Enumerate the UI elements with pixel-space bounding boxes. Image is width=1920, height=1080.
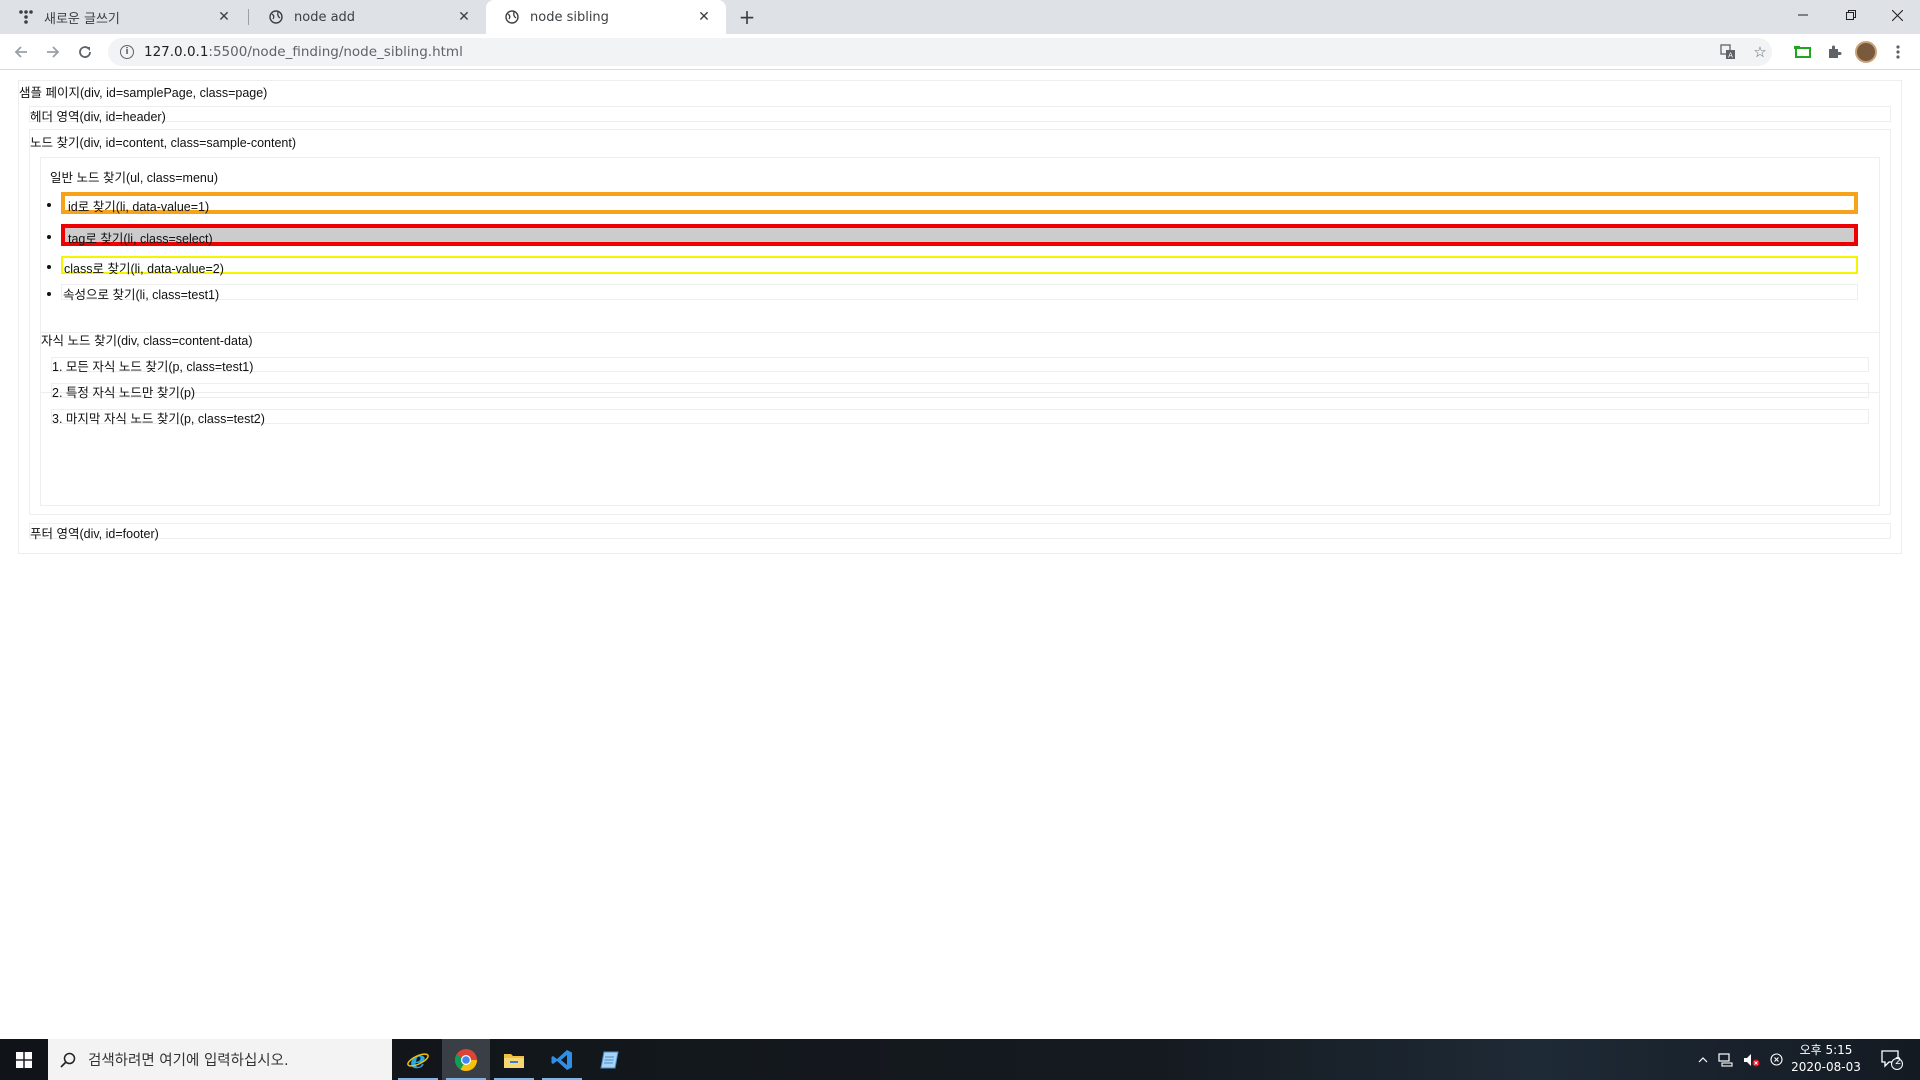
new-tab-button[interactable]: + [733,5,761,29]
tab-title: node add [294,9,356,25]
avatar[interactable] [1855,41,1877,63]
edge-app[interactable]: e [394,1039,442,1080]
list-bullet [47,235,51,239]
svg-text:A: A [1728,52,1733,60]
status-error-icon[interactable] [1766,1039,1786,1080]
restore-button[interactable] [1828,0,1874,30]
tistory-icon [18,9,34,25]
footer-label: 푸터 영역(div, id=footer) [30,527,159,541]
sample-page-label: 샘플 페이지(div, id=samplePage, class=page) [19,86,268,100]
search-icon [60,1052,76,1068]
content-data-item: 3. 마지막 자식 노드 찾기(p, class=test2) [52,412,265,426]
forward-button[interactable] [41,40,65,64]
close-icon[interactable]: ✕ [456,9,472,25]
taskbar-clock[interactable]: 오후 5:15 2020-08-03 [1786,1042,1866,1076]
vscode-app[interactable] [538,1039,586,1080]
show-hidden-icons-chevron-icon[interactable] [1694,1039,1712,1080]
action-center-button[interactable]: 2 [1870,1039,1914,1080]
close-window-button[interactable] [1874,0,1920,30]
close-icon[interactable]: ✕ [216,9,232,25]
chrome-icon [455,1048,477,1071]
content-label: 노드 찾기(div, id=content, class=sample-cont… [30,136,297,150]
extension-icon[interactable] [1792,41,1814,63]
content-data-item: 1. 모든 자식 노드 찾기(p, class=test1) [52,360,254,374]
start-button[interactable] [0,1039,48,1080]
info-icon[interactable]: i [120,45,134,59]
close-icon[interactable]: ✕ [696,9,712,25]
windows-logo-icon [16,1051,32,1068]
file-explorer-app[interactable] [490,1039,538,1080]
list-item [51,383,1869,398]
translate-icon[interactable]: A [1718,40,1738,64]
network-icon[interactable] [1714,1039,1738,1080]
svg-text:e: e [410,1048,425,1072]
url-text: 127.0.0.1:5500/node_finding/node_sibling… [144,44,463,60]
notepad-icon [600,1051,619,1068]
tab-new-post[interactable]: 새로운 글쓰기 ✕ [0,0,246,34]
menu-item-label: 속성으로 찾기(li, class=test1) [63,288,220,302]
tab-strip: 새로운 글쓰기 ✕ node add ✕ node sibling ✕ + [0,0,1920,34]
extensions-puzzle-icon[interactable] [1823,41,1845,63]
menu-item-class[interactable]: class로 찾기(li, data-value=2) [61,256,1858,276]
tab-node-add[interactable]: node add ✕ [250,0,486,34]
back-button[interactable] [9,40,33,64]
reload-button[interactable] [73,40,97,64]
globe-icon [504,9,520,25]
minimize-button[interactable] [1780,0,1826,30]
bookmark-star-icon[interactable]: ☆ [1750,40,1770,64]
internet-explorer-icon: e [407,1048,429,1072]
clock-date: 2020-08-03 [1791,1060,1861,1074]
list-bullet [47,203,51,207]
menu-kebab-icon[interactable] [1887,41,1909,63]
taskbar-search-box[interactable]: 검색하려면 여기에 입력하십시오. [48,1039,392,1080]
tab-node-sibling[interactable]: node sibling ✕ [486,0,726,34]
browser-toolbar: i 127.0.0.1:5500/node_finding/node_sibli… [0,34,1920,70]
menu-item-tag[interactable]: tag로 찾기(li, class=select) [61,224,1858,246]
clock-time: 오후 5:15 [1799,1043,1853,1057]
windows-taskbar: 검색하려면 여기에 입력하십시오. e 오후 5:15 2020-08-03 2 [0,1039,1920,1080]
list-bullet [47,292,51,296]
globe-icon [268,9,284,25]
menu-item-label: tag로 찾기(li, class=select) [68,232,213,246]
tab-title: node sibling [530,9,609,25]
menu-item-attribute[interactable]: 속성으로 찾기(li, class=test1) [61,284,1858,302]
search-placeholder: 검색하려면 여기에 입력하십시오. [88,1053,289,1069]
notification-count: 2 [1895,1056,1902,1067]
header-area [29,106,1891,122]
content-data-item: 2. 특정 자식 노드만 찾기(p) [52,386,196,400]
list-bullet [47,265,51,269]
header-label: 헤더 영역(div, id=header) [30,110,166,124]
content-data-title: 자식 노드 찾기(div, class=content-data) [41,334,253,348]
forward-arrow-icon [47,46,60,58]
back-arrow-icon [14,46,27,58]
volume-muted-icon[interactable] [1740,1039,1764,1080]
tab-title: 새로운 글쓰기 [44,11,120,27]
chrome-app[interactable] [442,1039,490,1080]
notepad-app[interactable] [586,1039,634,1080]
menu-title: 일반 노드 찾기(ul, class=menu) [50,171,218,185]
list-item [51,357,1869,372]
footer-area [29,523,1891,539]
vscode-icon [551,1049,572,1070]
reload-icon [79,46,91,58]
list-item [51,409,1869,424]
folder-icon [504,1053,524,1068]
menu-item-id[interactable]: id로 찾기(li, data-value=1) [61,192,1858,214]
address-bar[interactable]: i 127.0.0.1:5500/node_finding/node_sibli… [108,38,1772,66]
menu-item-label: id로 찾기(li, data-value=1) [68,200,210,214]
page-viewport: 샘플 페이지(div, id=samplePage, class=page) 헤… [0,71,1920,1039]
menu-item-label: class로 찾기(li, data-value=2) [64,262,224,276]
tab-separator [248,9,249,25]
